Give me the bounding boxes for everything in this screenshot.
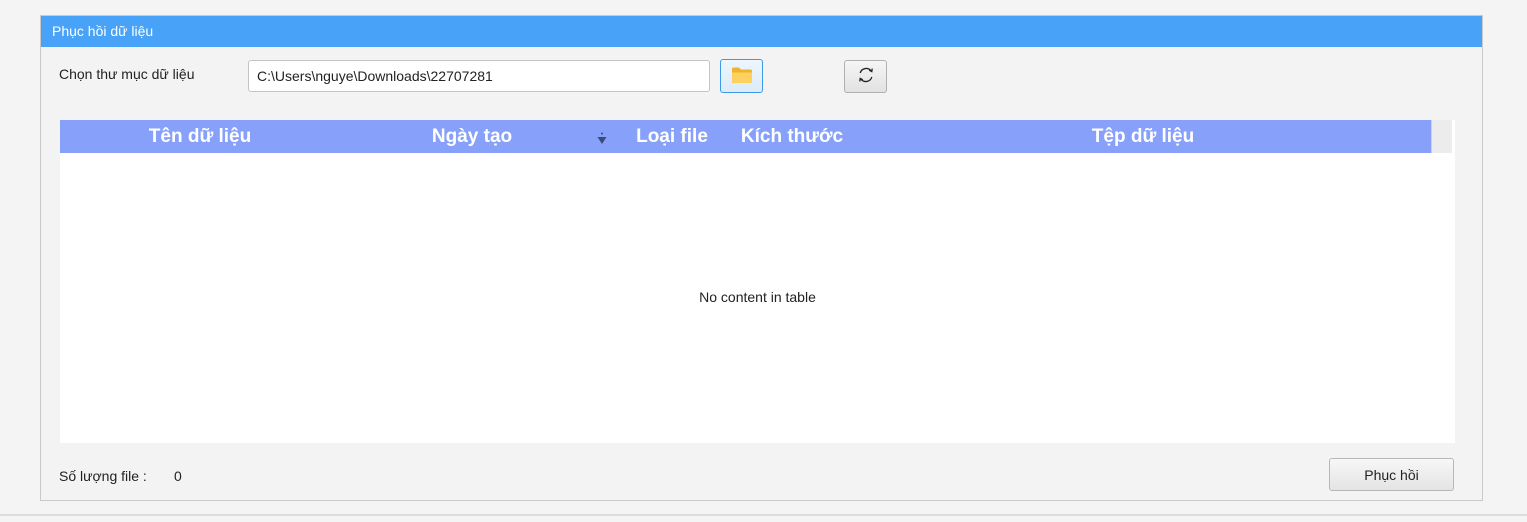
table-header-corner bbox=[1431, 120, 1452, 153]
file-count-value: 0 bbox=[174, 468, 182, 484]
restore-button[interactable]: Phục hồi bbox=[1329, 458, 1454, 491]
restore-data-panel: Phục hồi dữ liệu Chọn thư mục dữ liệu Tê… bbox=[40, 15, 1483, 501]
browse-folder-button[interactable] bbox=[720, 59, 763, 93]
refresh-button[interactable] bbox=[844, 60, 887, 93]
folder-icon bbox=[731, 66, 753, 87]
file-count-label: Số lượng file : bbox=[59, 468, 147, 484]
table-header-row: Tên dữ liệu Ngày tạo Loại file Kích thướ… bbox=[60, 120, 1431, 153]
bottom-divider bbox=[0, 514, 1527, 516]
sort-descending-icon bbox=[596, 131, 608, 145]
column-header-data-file[interactable]: Tệp dữ liệu bbox=[860, 120, 1426, 153]
empty-table-message: No content in table bbox=[699, 289, 816, 305]
column-header-name[interactable]: Tên dữ liệu bbox=[60, 120, 340, 153]
data-table: Tên dữ liệu Ngày tạo Loại file Kích thướ… bbox=[60, 120, 1455, 443]
column-header-file-type[interactable]: Loại file bbox=[620, 120, 724, 153]
column-header-size[interactable]: Kích thước bbox=[724, 120, 860, 153]
column-header-created-date[interactable]: Ngày tạo bbox=[340, 120, 604, 153]
folder-path-input[interactable] bbox=[248, 60, 710, 92]
refresh-icon bbox=[856, 65, 876, 88]
folder-label: Chọn thư mục dữ liệu bbox=[59, 66, 195, 82]
panel-title: Phục hồi dữ liệu bbox=[41, 16, 1482, 47]
